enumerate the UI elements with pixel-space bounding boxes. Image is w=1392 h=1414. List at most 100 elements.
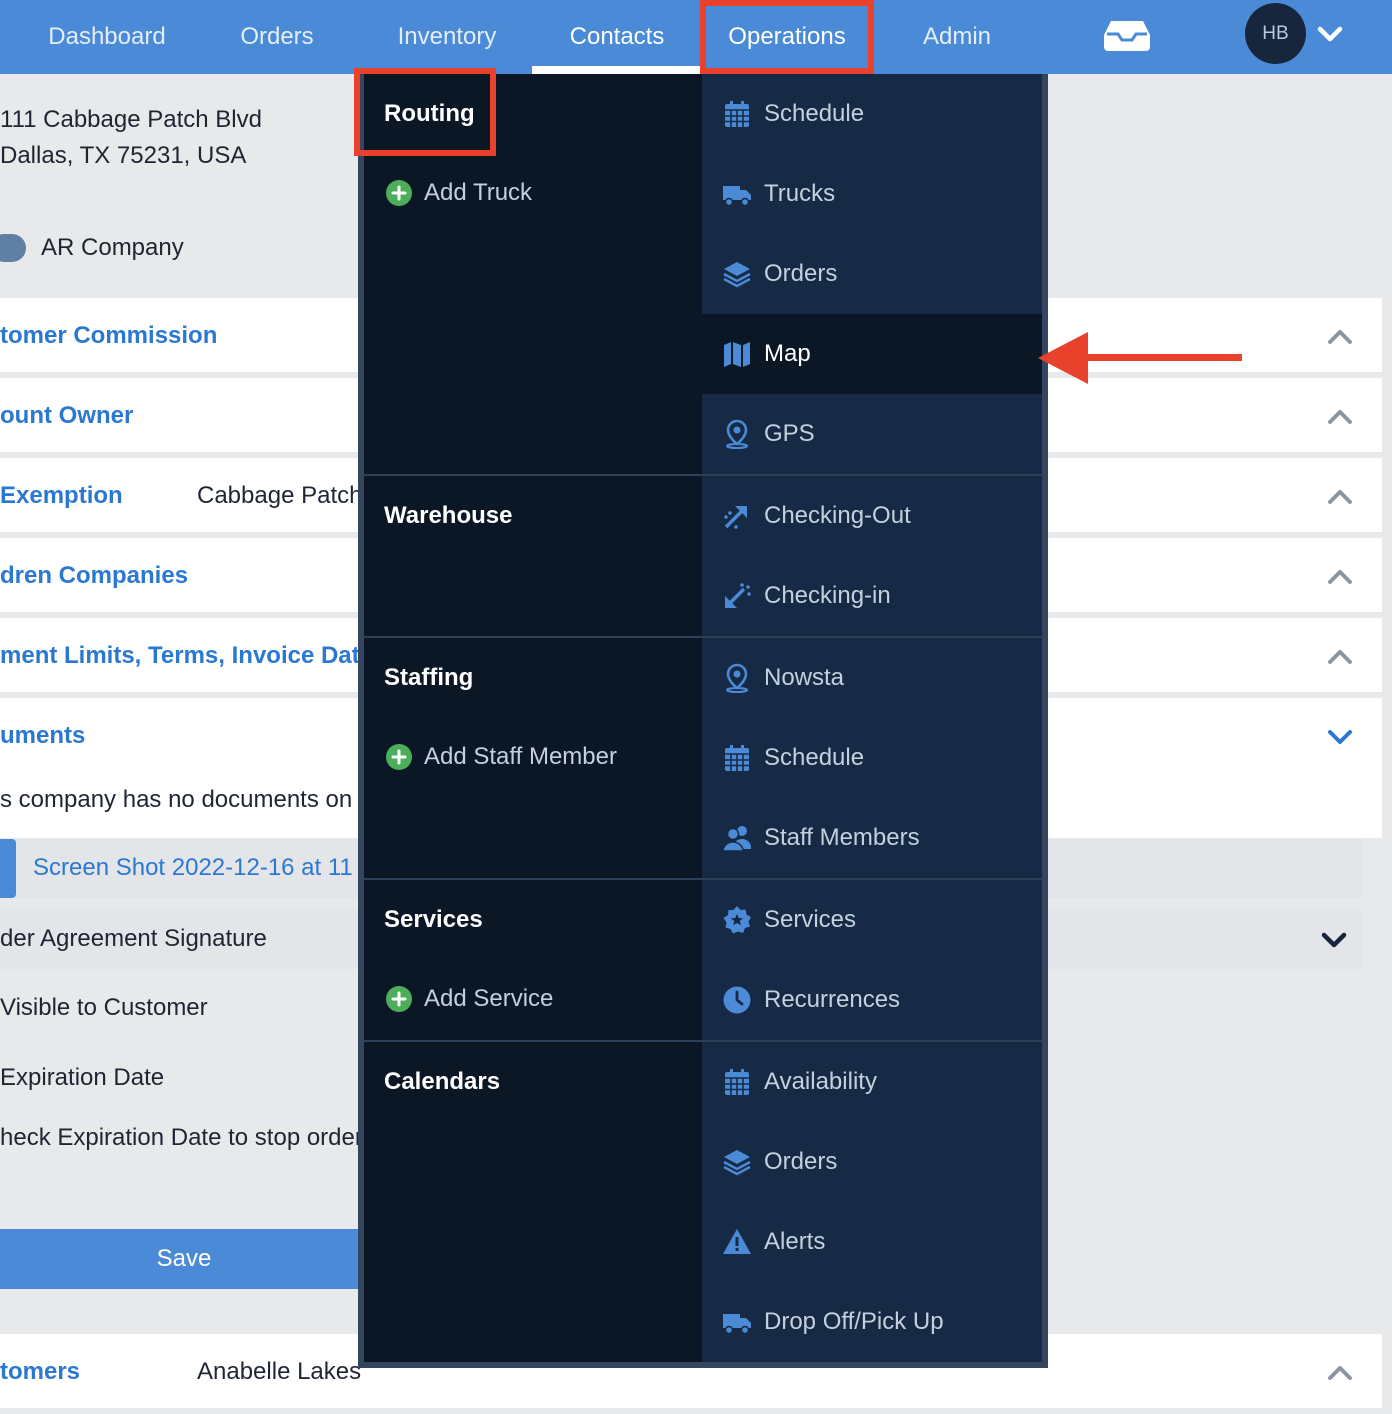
section-value: Cabbage Patch [197, 482, 363, 509]
group-title-warehouse[interactable]: Warehouse [384, 502, 512, 530]
menu-item-label: GPS [764, 420, 815, 447]
menu-item-calendar-orders[interactable]: Orders [702, 1122, 1042, 1202]
check-expiration-label: heck Expiration Date to stop order [0, 1124, 363, 1151]
nav-inventory[interactable]: Inventory [362, 0, 532, 74]
menu-item-label: Orders [764, 260, 838, 287]
menu-item-checking-out[interactable]: Checking-Out [702, 476, 1042, 556]
plus-circle-icon [386, 986, 412, 1012]
chevron-down-icon[interactable] [1326, 726, 1354, 746]
add-truck-label: Add Truck [424, 179, 533, 206]
ar-company-toggle[interactable] [0, 234, 26, 262]
badge-star-icon [723, 906, 751, 934]
warning-icon [723, 1229, 751, 1254]
menu-item-orders[interactable]: Orders [702, 234, 1042, 314]
plus-circle-icon [386, 180, 412, 206]
menu-item-label: Staff Members [764, 824, 920, 851]
save-button[interactable]: Save [0, 1229, 370, 1289]
file-row-accent [0, 839, 16, 898]
chevron-up-icon[interactable] [1326, 646, 1354, 666]
menu-item-label: Services [764, 906, 857, 933]
nav-contacts[interactable]: Contacts [532, 0, 702, 74]
menu-item-nowsta[interactable]: Nowsta [702, 638, 1042, 718]
menu-item-availability[interactable]: Availability [702, 1042, 1042, 1122]
nav-dashboard[interactable]: Dashboard [22, 0, 192, 74]
inbox-icon[interactable] [1103, 19, 1151, 51]
section-title: ment Limits, Terms, Invoice Dates [0, 642, 387, 669]
menu-item-recurrences[interactable]: Recurrences [702, 960, 1042, 1040]
address-line-2: Dallas, TX 75231, USA [0, 142, 247, 169]
section-title: tomer Commission [0, 322, 218, 349]
menu-item-label: Schedule [764, 744, 865, 771]
highlight-box-operations [700, 0, 874, 74]
expiration-date-label: Expiration Date [0, 1064, 165, 1091]
address-line-1: 111 Cabbage Patch Blvd [0, 106, 262, 133]
section-value: Anabelle Lakes [197, 1358, 362, 1385]
red-arrow-annotation [1038, 332, 1242, 384]
add-truck-link[interactable]: Add Truck [385, 178, 532, 208]
menu-item-staff-members[interactable]: Staff Members [702, 798, 1042, 878]
map-pin-icon [726, 663, 748, 693]
chevron-up-icon[interactable] [1326, 566, 1354, 586]
chevron-down-icon[interactable] [1320, 929, 1348, 949]
menu-item-map[interactable]: Map [702, 314, 1042, 394]
menu-item-staff-schedule[interactable]: Schedule [702, 718, 1042, 798]
truck-icon [723, 186, 751, 207]
menu-item-alerts[interactable]: Alerts [702, 1202, 1042, 1282]
nav-orders[interactable]: Orders [192, 0, 362, 74]
chevron-up-icon[interactable] [1326, 406, 1354, 426]
highlight-box-routing [354, 68, 496, 156]
operations-dropdown-menu: Routing Warehouse Staffing Services Cale… [358, 74, 1048, 1368]
map-pin-icon [726, 419, 748, 449]
menu-item-label: Recurrences [764, 986, 901, 1013]
section-title: Exemption [0, 482, 123, 509]
menu-item-services[interactable]: Services [702, 880, 1042, 960]
menu-item-drop-off-pick-up[interactable]: Drop Off/Pick Up [702, 1282, 1042, 1362]
arrow-out-icon [724, 506, 747, 529]
menu-item-label: Alerts [764, 1228, 826, 1255]
menu-item-label: Drop Off/Pick Up [764, 1308, 944, 1335]
add-staff-member-link[interactable]: Add Staff Member [385, 742, 617, 772]
menu-item-checking-in[interactable]: Checking-in [702, 556, 1042, 636]
menu-item-label: Orders [764, 1148, 838, 1175]
section-title: dren Companies [0, 562, 189, 589]
chevron-up-icon[interactable] [1326, 1362, 1354, 1382]
chevron-down-icon[interactable] [1316, 22, 1344, 46]
truck-icon [723, 1314, 751, 1335]
chevron-up-icon[interactable] [1326, 326, 1354, 346]
signature-label: der Agreement Signature [0, 925, 267, 952]
menu-item-trucks[interactable]: Trucks [702, 154, 1042, 234]
section-title: tomers [0, 1358, 81, 1385]
group-title-calendars[interactable]: Calendars [384, 1068, 500, 1096]
chevron-up-icon[interactable] [1326, 486, 1354, 506]
document-file-link[interactable]: Screen Shot 2022-12-16 at 11 [33, 854, 353, 882]
avatar[interactable]: HB [1245, 3, 1306, 64]
menu-item-label: Availability [764, 1068, 877, 1095]
menu-item-label: Checking-in [764, 582, 891, 609]
add-service-link[interactable]: Add Service [385, 984, 553, 1014]
layers-icon [723, 262, 751, 288]
menu-item-label: Map [764, 340, 811, 367]
group-title-services[interactable]: Services [384, 906, 483, 934]
users-icon [722, 826, 751, 852]
visible-to-customer-label: Visible to Customer [0, 994, 208, 1021]
add-staff-member-label: Add Staff Member [424, 743, 617, 770]
nav-admin[interactable]: Admin [872, 0, 1042, 74]
menu-item-label: Checking-Out [764, 502, 911, 529]
menu-item-label: Trucks [764, 180, 836, 207]
add-service-label: Add Service [424, 985, 554, 1012]
layers-icon [723, 1150, 751, 1176]
menu-item-label: Nowsta [764, 664, 845, 691]
group-title-staffing[interactable]: Staffing [384, 664, 473, 692]
menu-item-gps[interactable]: GPS [702, 394, 1042, 474]
plus-circle-icon [386, 744, 412, 770]
section-title: ount Owner [0, 402, 134, 429]
calendar-icon [725, 101, 749, 127]
top-navigation-bar: Dashboard Orders Inventory Contacts Oper… [0, 0, 1392, 74]
calendar-icon [725, 1069, 749, 1095]
arrow-in-icon [725, 583, 751, 608]
toggle-label: AR Company [41, 234, 184, 261]
menu-item-label: Schedule [764, 100, 865, 127]
menu-item-schedule[interactable]: Schedule [702, 74, 1042, 154]
no-documents-note: s company has no documents on f [0, 786, 366, 813]
clock-icon [723, 986, 751, 1014]
